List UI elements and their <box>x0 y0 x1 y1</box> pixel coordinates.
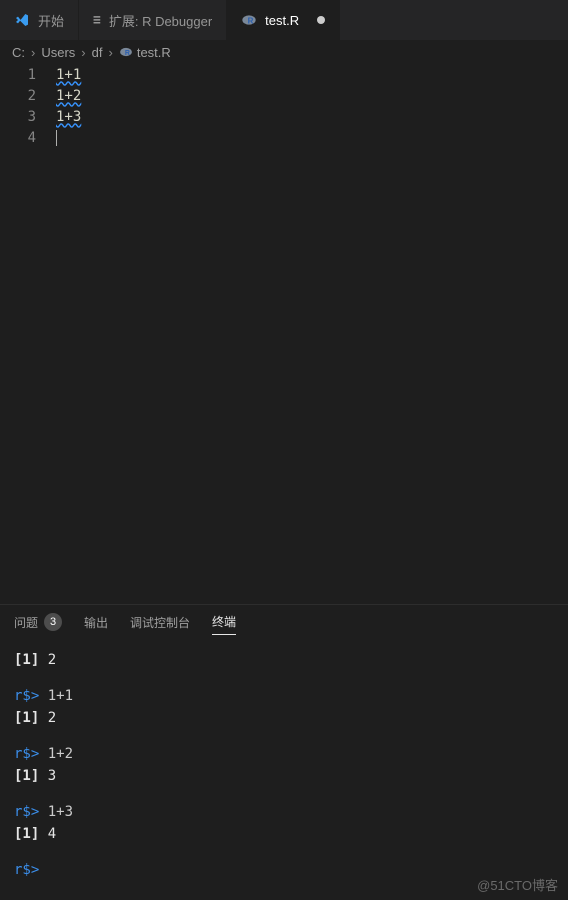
r-file-icon: R <box>241 12 257 28</box>
terminal-line: [1] 2 <box>14 707 554 729</box>
tab-label: 开始 <box>38 11 64 30</box>
svg-text:R: R <box>125 50 130 57</box>
breadcrumb-item[interactable]: C: <box>12 45 25 60</box>
panel-tab-terminal[interactable]: 终端 <box>212 613 236 635</box>
line-number: 2 <box>0 88 56 104</box>
breadcrumb-item[interactable]: df <box>92 45 103 60</box>
code-content[interactable]: 1+2 <box>56 88 81 104</box>
code-content[interactable]: 1+1 <box>56 67 81 83</box>
editor-line[interactable]: 1 1+1 <box>0 64 568 85</box>
terminal-line: r$> 1+2 <box>14 743 554 765</box>
problems-count-badge: 3 <box>44 613 62 631</box>
terminal-block: r$> 1+1 [1] 2 <box>14 685 554 729</box>
tab-label: test.R <box>265 13 299 28</box>
chevron-right-icon: › <box>31 45 35 60</box>
editor-line[interactable]: 4 <box>0 127 568 148</box>
panel-tab-label: 问题 <box>14 614 38 631</box>
tab-start[interactable]: 开始 <box>0 0 79 40</box>
terminal-line: r$> 1+3 <box>14 801 554 823</box>
terminal-prompt-line[interactable]: r$> <box>14 859 554 881</box>
editor-line[interactable]: 3 1+3 <box>0 106 568 127</box>
terminal-line: [1] 3 <box>14 765 554 787</box>
panel-tab-debug-console[interactable]: 调试控制台 <box>130 614 190 635</box>
r-file-icon: R <box>119 45 133 59</box>
panel-tab-problems[interactable]: 问题 3 <box>14 613 62 635</box>
breadcrumb-item[interactable]: Users <box>41 45 75 60</box>
panel-tab-label: 调试控制台 <box>130 614 190 631</box>
panel-tabs: 问题 3 输出 调试控制台 终端 <box>0 605 568 641</box>
extension-icon: ≡ <box>93 13 101 28</box>
line-number: 3 <box>0 109 56 125</box>
terminal-line: [1] 2 <box>14 649 554 671</box>
breadcrumb[interactable]: C: › Users › df › R test.R <box>0 40 568 64</box>
text-cursor-icon <box>56 130 57 146</box>
watermark: @51CTO博客 <box>477 875 558 894</box>
panel-tab-label: 输出 <box>84 614 108 631</box>
terminal-block: r$> 1+2 [1] 3 <box>14 743 554 787</box>
line-number: 4 <box>0 130 56 146</box>
panel-tab-label: 终端 <box>212 613 236 630</box>
panel-tab-output[interactable]: 输出 <box>84 614 108 635</box>
editor-tabs: 开始 ≡ 扩展: R Debugger R test.R <box>0 0 568 40</box>
chevron-right-icon: › <box>81 45 85 60</box>
tab-test-r[interactable]: R test.R <box>227 0 340 40</box>
svg-text:R: R <box>248 16 254 25</box>
tab-extension-r-debugger[interactable]: ≡ 扩展: R Debugger <box>79 0 227 40</box>
breadcrumb-item[interactable]: R test.R <box>119 45 171 60</box>
editor-line[interactable]: 2 1+2 <box>0 85 568 106</box>
tab-label: 扩展: R Debugger <box>109 11 212 30</box>
dirty-indicator-icon <box>317 16 325 24</box>
vscode-icon <box>14 12 30 28</box>
line-number: 1 <box>0 67 56 83</box>
terminal-line: r$> 1+1 <box>14 685 554 707</box>
terminal-block: r$> 1+3 [1] 4 <box>14 801 554 845</box>
bottom-panel: 问题 3 输出 调试控制台 终端 [1] 2 r$> 1+1 [1] 2 r$>… <box>0 604 568 889</box>
terminal-output[interactable]: [1] 2 r$> 1+1 [1] 2 r$> 1+2 [1] 3 r$> 1+… <box>0 641 568 889</box>
code-content[interactable]: 1+3 <box>56 109 81 125</box>
code-editor[interactable]: 1 1+1 2 1+2 3 1+3 4 <box>0 64 568 604</box>
chevron-right-icon: › <box>108 45 112 60</box>
code-content[interactable] <box>56 130 57 146</box>
terminal-line: [1] 4 <box>14 823 554 845</box>
terminal-block: r$> <box>14 859 554 881</box>
